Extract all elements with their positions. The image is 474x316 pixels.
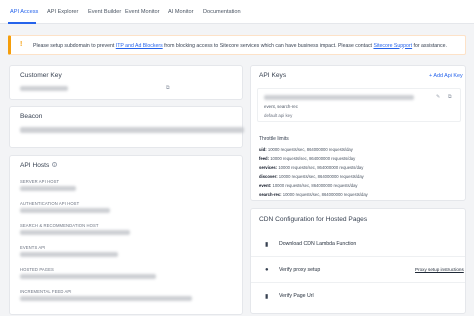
api-keys-card: API Keys + Add Api Key ⧉ ✎ event, search… [250,65,466,201]
verify-page-url-label: Verify Page Url [279,293,314,299]
beacon-title: Beacon [20,113,43,120]
api-hosts-title-text: API Hosts [20,162,50,169]
cdn-config-card: CDN Configuration for Hosted Pages ▮ Dow… [250,208,466,314]
search-rec-host-value-redacted [20,230,130,235]
hosted-pages-label: Hosted Pages [20,267,54,272]
tab-event-builder[interactable]: Event Builder [88,9,121,15]
auth-api-host-value-redacted [20,208,110,213]
customer-key-card: Customer Key ⧉ [9,65,243,100]
warning-banner: ! Please setup subdomain to prevent ITP … [8,35,466,55]
customer-key-title: Customer Key [20,72,62,79]
events-api-value-redacted [20,252,118,257]
throttle-feed: feed: 10000 requests/sec, 864000000 requ… [259,156,355,161]
throttle-discover: discover: 10000 requests/sec, 864000000 … [259,174,364,179]
tab-api-access[interactable]: API Access [10,9,38,15]
tab-event-monitor[interactable]: Event Monitor [125,9,160,15]
throttle-name: discover: [259,174,278,179]
throttle-name: event: [259,183,272,188]
customer-key-value-redacted [20,86,68,91]
download-cdn-lambda-label: Download CDN Lambda Function [279,241,357,247]
tab-ai-monitor[interactable]: AI Monitor [168,9,194,15]
throttle-value: 10000 requests/sec, 864000000 requests/d… [272,183,358,188]
info-icon: i [52,162,58,167]
verify-proxy-label: Verify proxy setup [279,267,321,273]
add-api-key-button[interactable]: + Add Api Key [429,73,463,79]
warning-text-part: for assistance. [412,42,447,49]
proxy-setup-instructions-link[interactable]: Proxy setup instructions [415,267,464,272]
copy-icon[interactable]: ⧉ [166,85,170,91]
api-key-scopes: event, search-rec [264,104,298,109]
api-key-item: ⧉ ✎ event, search-rec default api key [257,88,461,122]
hosted-pages-value-redacted [20,274,156,279]
throttle-value: 10000 requests/sec, 864000000 requests/d… [282,192,368,197]
api-hosts-title: API Hosts i [20,162,58,169]
throttle-name: feed: [259,156,270,161]
sitecore-support-link[interactable]: Sitecore Support [373,43,412,49]
file-icon: ▮ [265,294,269,300]
throttle-name: uid: [259,147,267,152]
throttle-name: search-rec: [259,192,282,197]
warning-icon: ! [20,41,23,48]
file-icon: ▮ [265,242,269,248]
beacon-snippet-redacted [20,127,244,133]
throttle-value: 10000 requests/sec, 864000000 requests/d… [270,156,356,161]
itp-adblock-link[interactable]: ITP and Ad Blockers [116,43,163,49]
warning-text-part: Please setup subdomain to prevent [33,42,116,49]
beacon-card: Beacon [9,106,244,148]
warning-text-part: from blocking access to Sitecore service… [162,42,374,49]
throttle-value: 10000 requests/sec, 864000000 requests/d… [278,165,364,170]
copy-icon[interactable]: ⧉ [448,94,452,100]
events-api-label: Events API [20,245,46,250]
cdn-row-verify-proxy[interactable]: ● Verify proxy setup Proxy setup instruc… [251,257,465,283]
edit-icon[interactable]: ✎ [436,94,440,100]
throttle-search-rec: search-rec: 10000 requests/sec, 86400000… [259,192,368,197]
throttle-services: services: 10000 requests/sec, 864000000 … [259,165,363,170]
throttle-limits-title: Throttle limits [259,136,289,142]
throttle-event: event: 10000 requests/sec, 864000000 req… [259,183,358,188]
chat-icon: ● [265,267,269,273]
server-api-host-value-redacted [20,186,76,191]
throttle-uid: uid: 10000 requests/sec, 864000000 reque… [259,147,353,152]
api-key-name: default api key [264,113,293,118]
throttle-value: 10000 requests/sec, 864000000 requests/d… [267,147,353,152]
cdn-row-verify-page-url[interactable]: ▮ Verify Page Url [251,283,465,309]
auth-api-host-label: Authentication API Host [20,201,80,206]
api-key-value-redacted [264,95,414,100]
top-tab-bar: API Access API Explorer Event Builder Ev… [0,0,474,24]
cdn-config-title: CDN Configuration for Hosted Pages [259,216,368,223]
api-hosts-card: API Hosts i Server API Host Authenticatio… [9,155,243,315]
active-tab-indicator [8,22,36,24]
server-api-host-label: Server API Host [20,179,60,184]
cdn-row-download-lambda[interactable]: ▮ Download CDN Lambda Function [251,231,465,257]
incremental-feed-api-value-redacted [20,296,192,301]
warning-text: Please setup subdomain to prevent ITP an… [33,43,447,49]
search-rec-host-label: Search & Recommendation Host [20,223,99,228]
throttle-name: services: [259,165,278,170]
throttle-value: 10000 requests/sec, 864000000 requests/d… [278,174,364,179]
tab-api-explorer[interactable]: API Explorer [47,9,78,15]
api-keys-title: API Keys [259,72,287,79]
incremental-feed-api-label: Incremental Feed API [20,289,72,294]
tab-documentation[interactable]: Documentation [203,9,241,15]
